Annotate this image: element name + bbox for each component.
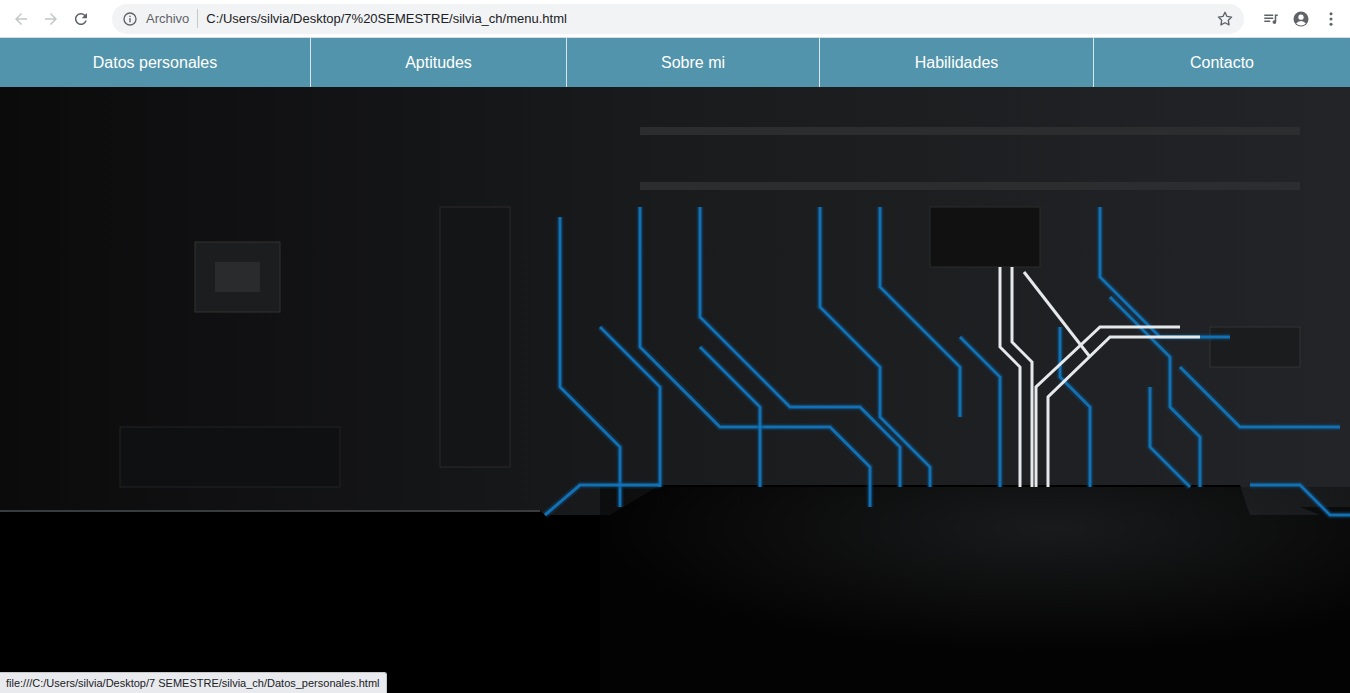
more-menu-icon[interactable] xyxy=(1320,8,1342,30)
security-label: Archivo xyxy=(146,9,198,29)
menu-item[interactable]: Habilidades xyxy=(820,38,1094,87)
info-icon[interactable] xyxy=(122,11,138,27)
address-bar[interactable]: Archivo C:/Users/silvia/Desktop/7%20SEMES… xyxy=(112,4,1244,34)
url-text[interactable]: C:/Users/silvia/Desktop/7%20SEMESTRE/sil… xyxy=(206,9,1208,29)
forward-arrow-icon[interactable] xyxy=(40,8,62,30)
back-arrow-icon[interactable] xyxy=(10,8,32,30)
reload-icon[interactable] xyxy=(70,8,92,30)
media-queue-icon[interactable] xyxy=(1260,8,1282,30)
menu-item[interactable]: Datos personales xyxy=(0,38,311,87)
profile-icon[interactable] xyxy=(1290,8,1312,30)
browser-toolbar: Archivo C:/Users/silvia/Desktop/7%20SEMES… xyxy=(0,0,1350,38)
status-bar: file:///C:/Users/silvia/Desktop/7 SEMEST… xyxy=(0,672,387,693)
menu-item[interactable]: Contacto xyxy=(1094,38,1350,87)
circuit-board-image xyxy=(0,87,1350,693)
star-icon[interactable] xyxy=(1216,10,1234,28)
menu-item[interactable]: Aptitudes xyxy=(311,38,567,87)
main-menu: Datos personalesAptitudesSobre miHabilid… xyxy=(0,38,1350,87)
menu-item[interactable]: Sobre mi xyxy=(567,38,820,87)
